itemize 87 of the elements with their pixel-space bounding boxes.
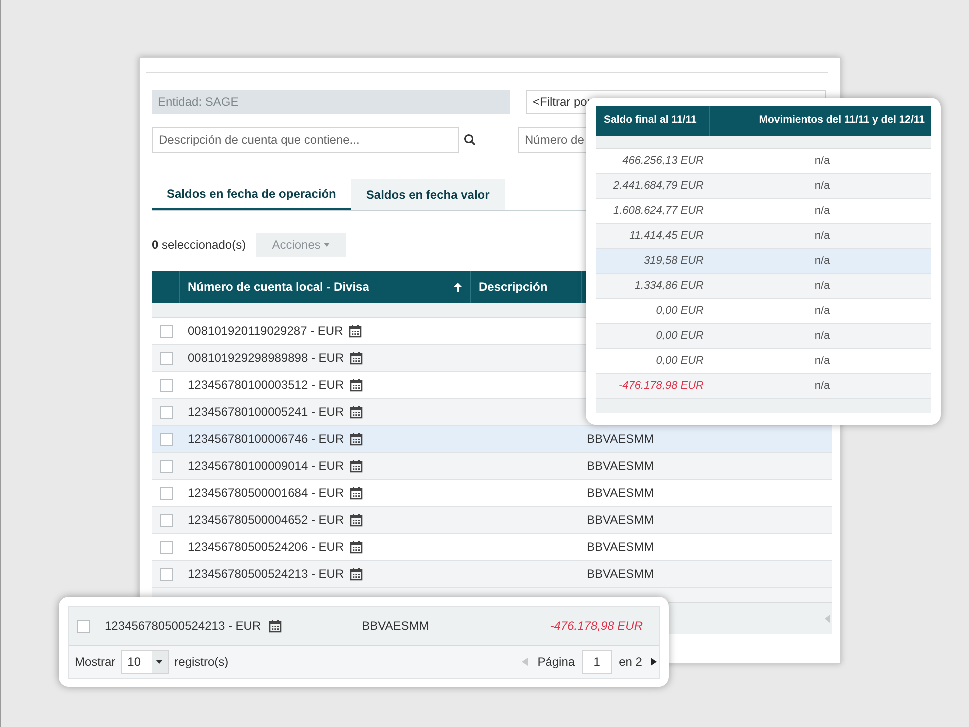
table-row[interactable]: 2.441.684,79 EUR n/a (596, 174, 931, 199)
calendar-icon[interactable] (350, 568, 364, 580)
movements-value: n/a (814, 178, 830, 194)
balance-amount: -476.178,98 EUR (618, 378, 704, 394)
calendar-icon[interactable] (350, 540, 364, 554)
column-header[interactable]: Movimientos del 11/11 y del 12/11 (710, 106, 931, 136)
table-row[interactable]: -476.178,98 EUR n/a (596, 374, 931, 399)
balance-amount: 319,58 EUR (643, 254, 704, 269)
table-row[interactable]: 123456780100006746 - EUR BBVAESMM (152, 426, 832, 453)
entity-field: Entidad: SAGE (152, 90, 510, 114)
bic-code: BBVAESMM (587, 458, 654, 475)
bic-code: BBVAESMM (587, 512, 654, 529)
balance-amount: 2.441.684,79 EUR (612, 178, 704, 194)
sort-arrow-icon[interactable] (454, 282, 462, 292)
calendar-icon[interactable] (350, 460, 364, 472)
bic-code: BBVAESMM (587, 539, 654, 556)
page-input[interactable]: 1 (582, 650, 612, 674)
bic-code: BBVAESMM (587, 566, 654, 583)
account-number: 008101920119029287 - EUR (188, 323, 344, 340)
bic-code: BBVAESMM (362, 618, 430, 635)
checkbox[interactable] (160, 378, 172, 392)
checkbox[interactable] (160, 352, 172, 364)
balance-amount: 0,00 EUR (655, 354, 704, 369)
selection-count: 0 seleccionado(s) (152, 237, 246, 254)
movements-value: n/a (814, 278, 830, 294)
calendar-icon[interactable] (350, 514, 364, 526)
table-row[interactable]: 11.414,45 EUR n/a (596, 224, 931, 249)
calendar-icon[interactable] (269, 620, 282, 632)
balance-amount: 11.414,45 EUR (628, 228, 704, 244)
search-icon[interactable] (464, 134, 476, 146)
checkbox[interactable] (160, 432, 172, 446)
table-row[interactable]: 123456780500524213 - EUR BBVAESMM (152, 561, 832, 588)
account-number: 123456780500001684 - EUR (188, 485, 344, 502)
caret-icon (324, 243, 330, 247)
page-size-select[interactable]: 10 (120, 650, 169, 674)
calendar-icon[interactable] (350, 352, 364, 364)
account-number: 123456780100009014 - EUR (188, 458, 344, 475)
balance-amount: 0,00 EUR (655, 328, 704, 344)
calendar-icon[interactable] (350, 432, 364, 446)
calendar-icon[interactable] (349, 324, 362, 338)
checkbox[interactable] (160, 324, 172, 338)
page-count-label: en 2 (619, 654, 642, 671)
account-number: 123456780500524206 - EUR (188, 539, 344, 556)
checkbox[interactable] (160, 568, 172, 580)
page-label: Página (538, 654, 576, 671)
checkbox[interactable] (160, 514, 172, 526)
account-number: 123456780100005241 - EUR (188, 404, 344, 421)
account-number: 123456780500524213 - EUR (188, 566, 344, 583)
description-search-field[interactable]: Descripción de cuenta que contiene... (152, 127, 459, 153)
caret-icon (156, 660, 164, 664)
balance-amount: 1.608.624,77 EUR (612, 204, 704, 219)
movements-value: n/a (814, 254, 830, 269)
balance-amount: 466.256,13 EUR (622, 154, 704, 169)
show-label: Mostrar (75, 654, 116, 671)
movements-value: n/a (814, 154, 830, 169)
account-number: 123456780100003512 - EUR (188, 377, 344, 394)
checkbox[interactable] (160, 460, 172, 472)
checkbox[interactable] (160, 406, 172, 418)
account-number: 123456780500004652 - EUR (188, 512, 344, 529)
next-page-icon[interactable] (651, 658, 658, 666)
account-number: 123456780500524213 - EUR (105, 618, 262, 635)
movements-value: n/a (814, 228, 830, 244)
movements-value: n/a (814, 204, 830, 219)
tab[interactable]: Saldos en fecha valor (351, 179, 505, 210)
calendar-icon[interactable] (350, 406, 364, 418)
balance-amount: 0,00 EUR (655, 304, 704, 319)
movements-value: n/a (814, 378, 830, 394)
balance-amount: -476.178,98 EUR (550, 618, 643, 635)
checkbox[interactable] (160, 486, 172, 500)
movements-value: n/a (814, 328, 830, 344)
bic-code: BBVAESMM (587, 431, 654, 448)
records-label: registro(s) (174, 654, 229, 671)
movements-value: n/a (814, 304, 830, 319)
bic-code: BBVAESMM (587, 485, 654, 502)
checkbox[interactable] (77, 620, 90, 632)
checkbox[interactable] (160, 540, 172, 554)
table-row[interactable]: 123456780100009014 - EUR BBVAESMM (152, 453, 832, 480)
account-number: 123456780100006746 - EUR (188, 431, 344, 448)
table-row[interactable]: 319,58 EUR n/a (596, 249, 931, 274)
balance-amount: 1.334,86 EUR (634, 278, 704, 294)
calendar-icon[interactable] (350, 378, 364, 392)
calendar-icon[interactable] (350, 486, 364, 500)
table-row[interactable]: 0,00 EUR n/a (596, 324, 931, 349)
account-number: 008101929298989898 - EUR (188, 350, 344, 367)
table-row[interactable]: 123456780500004652 - EUR BBVAESMM (152, 507, 832, 534)
table-row[interactable]: 1.334,86 EUR n/a (596, 274, 931, 299)
movements-value: n/a (814, 354, 830, 369)
